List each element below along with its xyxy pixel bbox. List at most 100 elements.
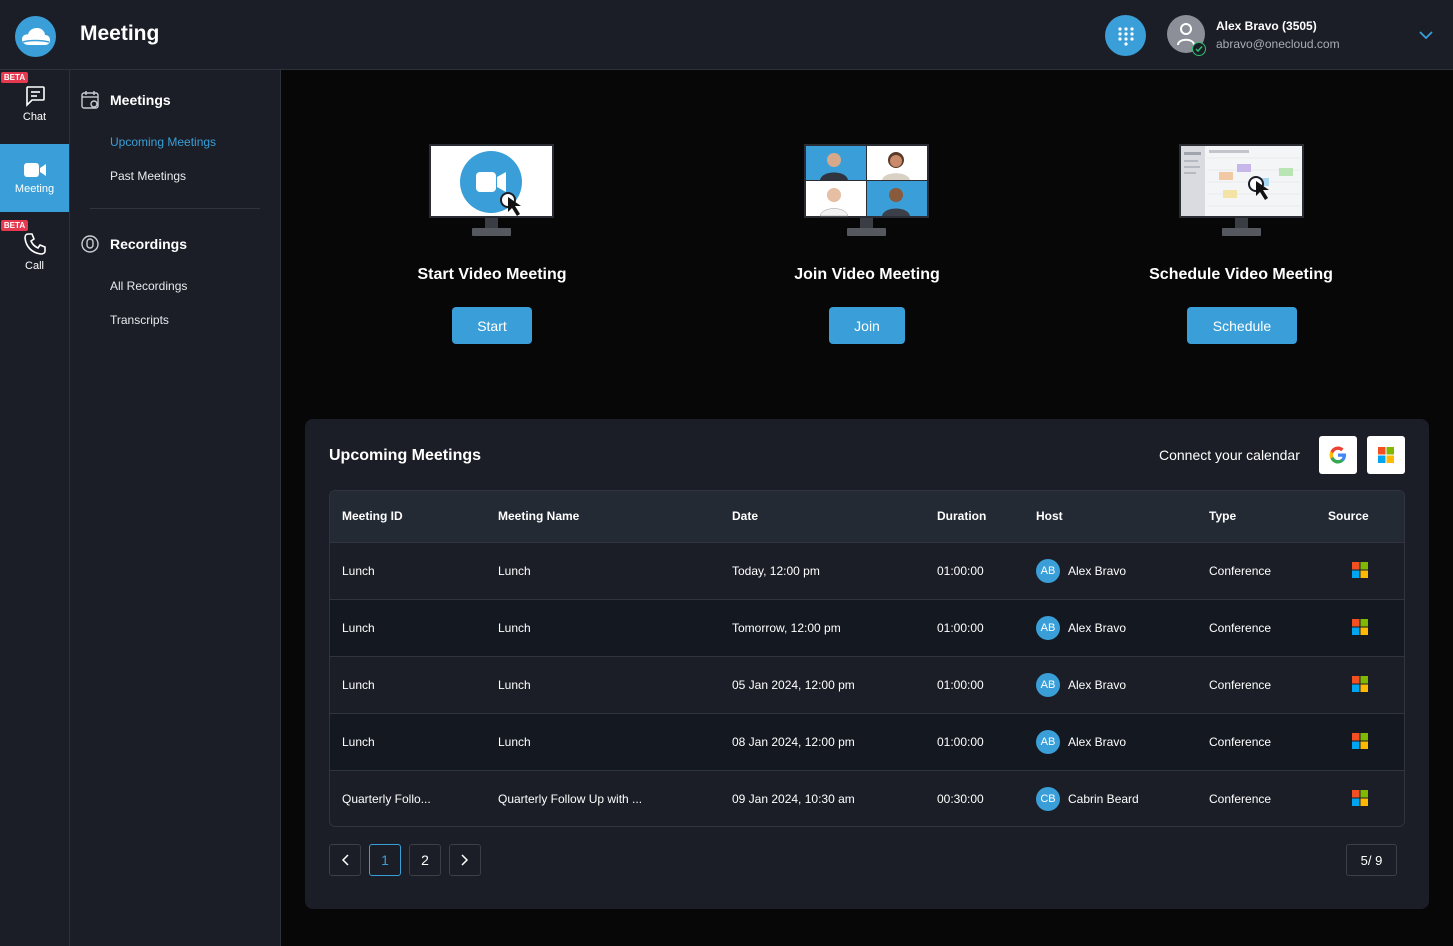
connect-calendar-label: Connect your calendar	[1159, 447, 1300, 463]
cell-type: Conference	[1209, 621, 1272, 635]
next-page-button[interactable]	[449, 844, 481, 876]
cell-meeting-name: Lunch	[498, 735, 531, 749]
cell-meeting-name: Lunch	[498, 564, 531, 578]
table-header: Meeting ID Meeting Name Date Duration Ho…	[330, 491, 1404, 542]
beta-badge: BETA	[1, 72, 28, 83]
cell-meeting-id: Lunch	[342, 564, 375, 578]
start-meeting-title: Start Video Meeting	[417, 266, 567, 283]
cell-meeting-id: Lunch	[342, 735, 375, 749]
host-avatar: AB	[1036, 730, 1060, 754]
page-1-button[interactable]: 1	[369, 844, 401, 876]
cloud-logo-icon[interactable]	[15, 16, 56, 57]
column-type[interactable]: Type	[1209, 509, 1236, 523]
chevron-down-icon[interactable]	[1419, 27, 1433, 45]
cell-duration: 00:30:00	[937, 792, 984, 806]
cell-meeting-id: Lunch	[342, 621, 375, 635]
cell-duration: 01:00:00	[937, 621, 984, 635]
microsoft-icon	[1378, 447, 1394, 463]
microsoft-icon	[1352, 619, 1368, 635]
cell-host: AB Alex Bravo	[1036, 616, 1126, 640]
host-avatar: CB	[1036, 787, 1060, 811]
start-button[interactable]: Start	[452, 307, 532, 344]
cell-type: Conference	[1209, 735, 1272, 749]
phone-icon	[23, 233, 46, 255]
page-2-button[interactable]: 2	[409, 844, 441, 876]
rail-item-label: Meeting	[14, 183, 55, 195]
table-row[interactable]: Lunch Lunch Tomorrow, 12:00 pm 01:00:00 …	[330, 599, 1404, 656]
cell-date: Tomorrow, 12:00 pm	[732, 621, 841, 635]
cell-duration: 01:00:00	[937, 735, 984, 749]
upcoming-meetings-panel: Upcoming Meetings Connect your calendar …	[305, 419, 1429, 909]
subnav-upcoming-meetings[interactable]: Upcoming Meetings	[110, 135, 216, 149]
table-row[interactable]: Lunch Lunch 05 Jan 2024, 12:00 pm 01:00:…	[330, 656, 1404, 713]
host-name: Alex Bravo	[1068, 564, 1127, 578]
microsoft-icon	[1352, 790, 1368, 806]
table-row[interactable]: Quarterly Follo... Quarterly Follow Up w…	[330, 770, 1404, 826]
panel-title: Upcoming Meetings	[329, 447, 482, 464]
dialpad-icon[interactable]	[1105, 15, 1146, 56]
page-count: 5/ 9	[1346, 844, 1397, 876]
cell-date: Today, 12:00 pm	[732, 564, 820, 578]
host-name: Alex Bravo	[1068, 678, 1127, 692]
cell-host: AB Alex Bravo	[1036, 730, 1126, 754]
subnav-transcripts[interactable]: Transcripts	[110, 313, 169, 327]
start-meeting-illustration	[429, 144, 554, 236]
column-host[interactable]: Host	[1036, 509, 1063, 523]
rail-item-label: Call	[25, 260, 44, 272]
rail-item-label: Chat	[22, 111, 47, 123]
join-button[interactable]: Join	[829, 307, 905, 344]
table-row[interactable]: Lunch Lunch 08 Jan 2024, 12:00 pm 01:00:…	[330, 713, 1404, 770]
recording-icon	[81, 235, 99, 253]
cell-meeting-name: Lunch	[498, 678, 531, 692]
cell-meeting-name: Quarterly Follow Up with ...	[498, 792, 643, 806]
host-name: Alex Bravo	[1068, 735, 1127, 749]
cell-host: CB Cabrin Beard	[1036, 787, 1139, 811]
chat-icon	[25, 86, 45, 107]
column-duration[interactable]: Duration	[937, 509, 986, 523]
column-source[interactable]: Source	[1328, 509, 1369, 523]
cell-date: 09 Jan 2024, 10:30 am	[732, 792, 855, 806]
cell-type: Conference	[1209, 564, 1272, 578]
rail-item-meeting[interactable]: Meeting	[0, 144, 69, 212]
google-icon	[1329, 446, 1346, 464]
divider	[90, 208, 260, 209]
table-row[interactable]: Lunch Lunch Today, 12:00 pm 01:00:00 AB A…	[330, 542, 1404, 599]
cell-host: AB Alex Bravo	[1036, 673, 1126, 697]
online-status-icon	[1192, 42, 1206, 56]
microsoft-icon	[1352, 676, 1368, 692]
upcoming-meetings-table: Meeting ID Meeting Name Date Duration Ho…	[329, 490, 1405, 827]
recordings-heading: Recordings	[110, 236, 188, 252]
meetings-section-heading: Meetings	[80, 90, 171, 110]
host-name: Alex Bravo	[1068, 621, 1127, 635]
beta-badge: BETA	[1, 220, 28, 231]
cell-type: Conference	[1209, 678, 1272, 692]
recordings-section-heading: Recordings	[80, 234, 187, 254]
calendar-icon	[81, 91, 99, 109]
cell-meeting-id: Lunch	[342, 678, 375, 692]
subnav-past-meetings[interactable]: Past Meetings	[110, 169, 186, 183]
top-bar: Meeting Alex Bravo (3505) abravo@oneclou…	[0, 0, 1453, 70]
host-avatar: AB	[1036, 673, 1060, 697]
schedule-button[interactable]: Schedule	[1187, 307, 1297, 344]
meetings-heading: Meetings	[110, 92, 171, 108]
host-avatar: AB	[1036, 616, 1060, 640]
host-name: Cabrin Beard	[1068, 792, 1139, 806]
cell-duration: 01:00:00	[937, 564, 984, 578]
column-meeting-name[interactable]: Meeting Name	[498, 509, 579, 523]
subnav-all-recordings[interactable]: All Recordings	[110, 279, 187, 293]
app-rail: Chat BETA Meeting Call BETA	[0, 70, 70, 946]
schedule-meeting-title: Schedule Video Meeting	[1149, 266, 1333, 283]
microsoft-icon	[1352, 733, 1368, 749]
chevron-left-icon	[341, 854, 349, 866]
connect-google-button[interactable]	[1319, 436, 1357, 474]
join-meeting-illustration	[804, 144, 929, 236]
column-date[interactable]: Date	[732, 509, 758, 523]
cell-host: AB Alex Bravo	[1036, 559, 1126, 583]
connect-microsoft-button[interactable]	[1367, 436, 1405, 474]
cell-meeting-id: Quarterly Follo...	[342, 792, 431, 806]
cell-date: 08 Jan 2024, 12:00 pm	[732, 735, 855, 749]
prev-page-button[interactable]	[329, 844, 361, 876]
host-avatar: AB	[1036, 559, 1060, 583]
schedule-meeting-illustration	[1179, 144, 1304, 236]
column-meeting-id[interactable]: Meeting ID	[342, 509, 403, 523]
